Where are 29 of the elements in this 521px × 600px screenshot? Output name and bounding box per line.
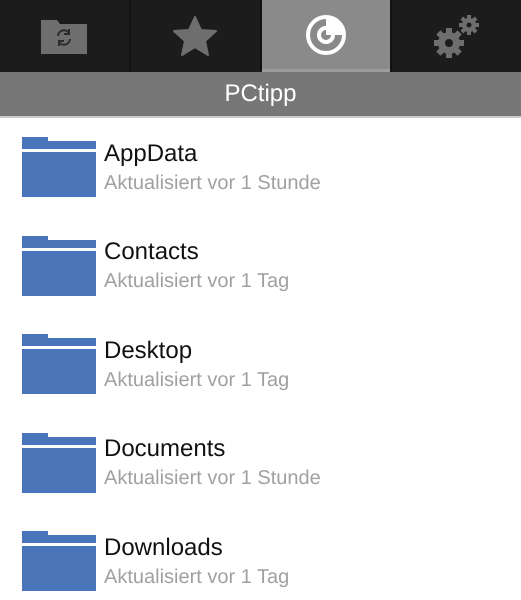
sync-folder-icon [41, 18, 88, 54]
tab[interactable] [392, 0, 521, 72]
gears-icon [432, 13, 482, 59]
folder-icon [22, 236, 96, 296]
updated-text: Aktualisiert vor 1 Tag [104, 566, 290, 589]
disk-usage-icon [304, 14, 347, 56]
tab[interactable] [262, 0, 390, 72]
star-icon [173, 16, 218, 56]
updated-text: Aktualisiert vor 1 Stunde [104, 172, 321, 195]
folder-name: Downloads [104, 534, 224, 562]
folder-name: Desktop [104, 336, 194, 365]
updated-text: Aktualisiert vor 1 Tag [104, 270, 290, 294]
title: PCtipp [224, 80, 297, 108]
folder-name: Contacts [104, 238, 200, 266]
folder-icon [22, 334, 96, 394]
folder-icon [22, 137, 96, 198]
folder-item[interactable]: Desktop Aktualisiert vor 1 Tag [0, 315, 521, 414]
updated-text: Aktualisiert vor 1 Tag [104, 368, 290, 392]
folder-item[interactable]: Documents Aktualisiert vor 1 Stunde [0, 414, 521, 512]
folder-icon [22, 531, 96, 592]
tab[interactable] [0, 0, 129, 72]
folder-name: AppData [104, 140, 198, 168]
folder-icon [22, 432, 96, 493]
updated-text: Aktualisiert vor 1 Stunde [104, 467, 321, 490]
folder-item[interactable]: Downloads Aktualisiert vor 1 Tag [0, 512, 521, 600]
tab[interactable] [130, 0, 260, 72]
folder-item[interactable]: AppData Aktualisiert vor 1 Stunde [0, 118, 521, 216]
folder-name: Documents [104, 435, 226, 464]
folder-item[interactable]: Contacts Aktualisiert vor 1 Tag [0, 216, 521, 315]
